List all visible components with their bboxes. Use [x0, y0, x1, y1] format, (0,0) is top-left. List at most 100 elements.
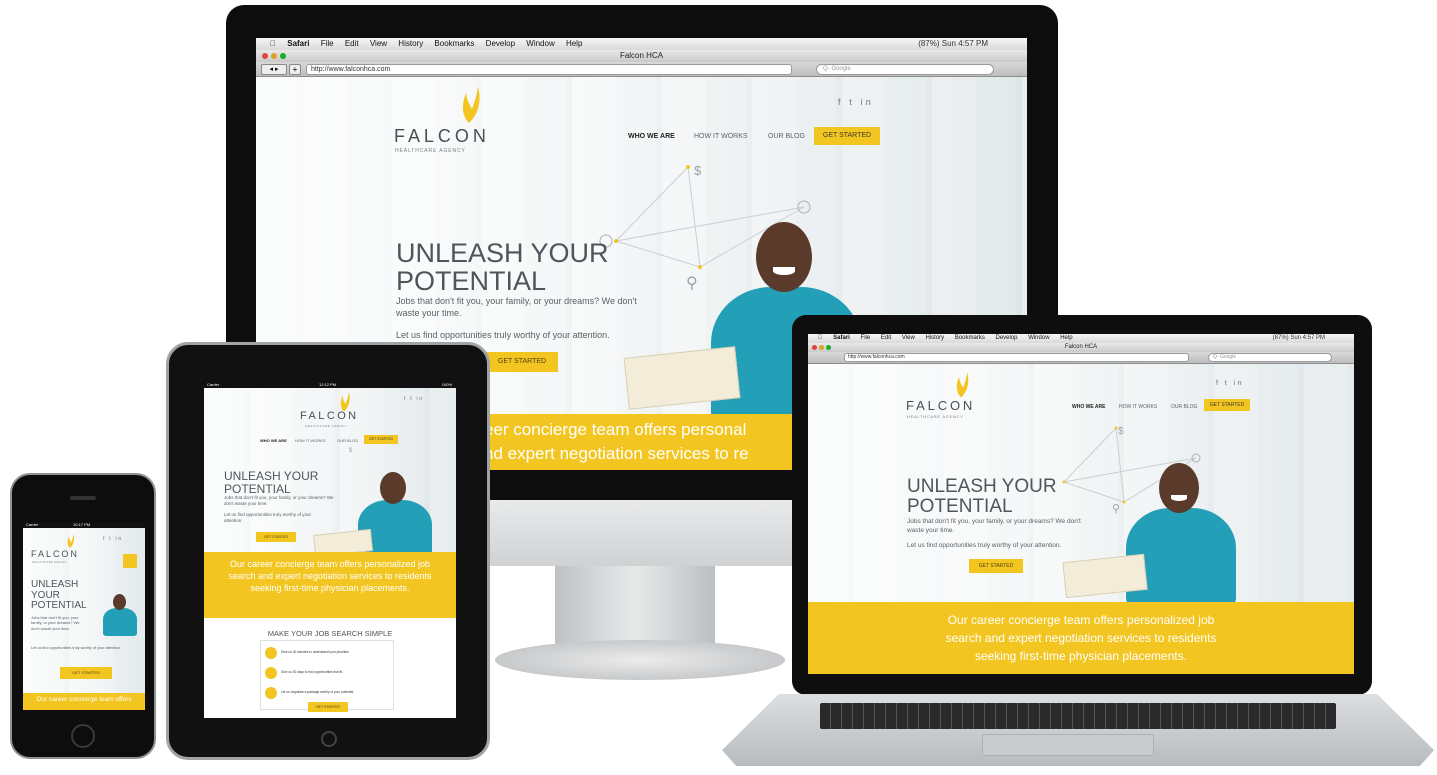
laptop-hero-get-started-button[interactable]: GET STARTED — [969, 559, 1023, 573]
back-forward-buttons[interactable]: ◂ ▸ — [261, 64, 287, 75]
laptop-url-text: http://www.falconhca.com — [848, 354, 905, 360]
headline-line-2: POTENTIAL — [396, 266, 547, 297]
menu-safari[interactable]: Safari — [287, 39, 309, 48]
ipad-home-button[interactable] — [321, 731, 337, 747]
nav-our-blog[interactable]: OUR BLOG — [768, 133, 805, 140]
ipad-band: Our career concierge team offers persona… — [204, 552, 456, 618]
menu-bookmarks[interactable]: Bookmarks — [434, 39, 474, 48]
laptop-screen:  Safari File Edit View History Bookmark… — [808, 334, 1354, 674]
laptop-nav-get-started[interactable]: GET STARTED — [1204, 399, 1250, 411]
imac-stand-base — [495, 640, 785, 680]
menu-history[interactable]: History — [398, 39, 423, 48]
nav-who-we-are[interactable]: WHO WE ARE — [628, 133, 675, 140]
laptop-band-line-3: seeking first-time physician placements. — [974, 649, 1188, 663]
laptop-social-icons[interactable]: f t in — [1216, 380, 1244, 387]
ipad-screen: Carrier 12:12 PM 100% f t in FALCON HEAL… — [204, 382, 456, 718]
laptop-menu-history[interactable]: History — [925, 335, 944, 341]
laptop-menu-window[interactable]: Window — [1028, 335, 1049, 341]
ipad-dollar-icon: $ — [349, 448, 353, 454]
iphone-headline-line-3: POTENTIAL — [31, 600, 87, 611]
laptop-menu-help[interactable]: Help — [1060, 335, 1072, 341]
hero-get-started-button[interactable]: GET STARTED — [486, 352, 558, 372]
brand-name: FALCON — [394, 126, 490, 146]
laptop-window-title: Falcon HCA — [1064, 344, 1098, 350]
laptop-band: Our career concierge team offers persona… — [808, 602, 1354, 674]
menu-edit[interactable]: Edit — [345, 39, 359, 48]
nav-get-started[interactable]: GET STARTED — [814, 127, 880, 145]
laptop-zoom-button[interactable] — [826, 345, 831, 350]
iphone-headline-line-1: UNLEASH — [31, 579, 79, 590]
step-3-text: Let us negotiate a package worthy of you… — [281, 690, 355, 694]
laptop-nav-who-we-are[interactable]: WHO WE ARE — [1072, 404, 1105, 410]
ipad-simple-title: MAKE YOUR JOB SEARCH SIMPLE — [267, 629, 393, 638]
laptop-close-button[interactable] — [812, 345, 817, 350]
iphone-home-button[interactable] — [71, 724, 95, 748]
laptop-headline-line-1: UNLEASH YOUR — [907, 476, 1057, 497]
address-bar[interactable]: http://www.falconhca.com — [306, 64, 792, 75]
dollar-icon: $ — [694, 163, 702, 178]
doctor-head — [756, 222, 812, 292]
ipad-falcon-logo-icon — [340, 392, 350, 412]
step-2-icon — [265, 667, 277, 679]
apple-icon:  — [270, 39, 276, 48]
brand-tagline: HEALTHCARE AGENCY — [395, 148, 466, 154]
laptop-trackpad[interactable] — [982, 734, 1154, 756]
laptop-menu-view[interactable]: View — [902, 335, 915, 341]
ipad-hero-subtext-2: Let us find opportunities truly worthy o… — [224, 512, 312, 524]
zoom-button[interactable] — [280, 53, 286, 59]
add-bookmark-button[interactable]: + — [289, 64, 301, 75]
iphone-menu-button[interactable] — [123, 554, 137, 568]
step-1: Give us 30 minutes to understand your pr… — [265, 647, 393, 659]
laptop-address-bar[interactable]: http://www.falconhca.com — [844, 353, 1189, 362]
step-2-text: Give us 30 days to find opportunities th… — [281, 670, 344, 674]
iphone-hero-get-started-button[interactable]: GET STARTED — [60, 667, 112, 679]
step-1-text: Give us 30 minutes to understand your pr… — [281, 650, 350, 654]
ipad-social-icons[interactable]: f t in — [404, 396, 424, 402]
iphone-hero-headline: UNLEASH YOUR POTENTIAL — [31, 579, 87, 612]
laptop-hero-headline: UNLEASH YOUR POTENTIAL — [907, 477, 1057, 517]
menu-help[interactable]: Help — [566, 39, 582, 48]
laptop-menu-edit[interactable]: Edit — [881, 335, 891, 341]
social-icons[interactable]: f t in — [838, 97, 874, 107]
ipad-nav-get-started[interactable]: GET STARTED — [364, 435, 398, 444]
ipad-nav-how-it-works[interactable]: HOW IT WORKS — [295, 438, 326, 443]
menu-view[interactable]: View — [370, 39, 387, 48]
close-button[interactable] — [262, 53, 268, 59]
laptop-headline-line-2: POTENTIAL — [907, 495, 1013, 517]
ipad-nav-who-we-are[interactable]: WHO WE ARE — [260, 438, 287, 443]
iphone-speaker — [70, 496, 96, 500]
menu-file[interactable]: File — [321, 39, 334, 48]
doctor-smile — [773, 267, 795, 275]
hero-headline: UNLEASH YOUR POTENTIAL — [396, 239, 609, 296]
search-field[interactable]: Q- Google — [816, 64, 994, 75]
nav-how-it-works[interactable]: HOW IT WORKS — [694, 133, 748, 140]
laptop-band-line-2: search and expert negotiation services t… — [945, 631, 1217, 645]
minimize-button[interactable] — [271, 53, 277, 59]
menu-window[interactable]: Window — [526, 39, 554, 48]
search-placeholder: Q- Google — [823, 66, 851, 72]
laptop-menu-bookmarks[interactable]: Bookmarks — [955, 335, 985, 341]
laptop-menubar-status: (87%) Sun 4:57 PM — [1272, 335, 1325, 341]
ipad-hero-get-started-button[interactable]: GET STARTED — [256, 532, 296, 542]
menu-develop[interactable]: Develop — [486, 39, 515, 48]
laptop-minimize-button[interactable] — [819, 345, 824, 350]
laptop-nav-our-blog[interactable]: OUR BLOG — [1171, 404, 1197, 410]
menubar-status: (87%) Sun 4:57 PM — [918, 39, 988, 48]
iphone-hero-subtext-2: Let us find opportunities truly worthy o… — [31, 646, 122, 650]
laptop-hero: f t in FALCON HEALTHCARE AGENCY WHO WE A… — [808, 364, 1354, 608]
laptop-menu-develop[interactable]: Develop — [996, 335, 1018, 341]
safari-toolbar: ◂ ▸ + http://www.falconhca.com Q- Google — [256, 62, 1027, 77]
window-title: Falcon HCA — [619, 51, 664, 60]
imac-stand — [555, 566, 715, 646]
laptop-search-field[interactable]: Q- Google — [1208, 353, 1332, 362]
iphone-doctor-photo — [87, 594, 141, 636]
laptop-menu-safari[interactable]: Safari — [833, 335, 850, 341]
laptop-nav-how-it-works[interactable]: HOW IT WORKS — [1119, 404, 1157, 410]
falcon-logo-icon — [462, 87, 480, 123]
ipad-steps-get-started-button[interactable]: GET STARTED — [308, 702, 348, 712]
ipad-nav-our-blog[interactable]: OUR BLOG — [337, 438, 358, 443]
laptop-menu-file[interactable]: File — [861, 335, 871, 341]
iphone-social-icons[interactable]: f t in — [103, 536, 123, 542]
ipad-doctor-photo — [313, 472, 444, 562]
ipad-hero-headline: UNLEASH YOUR POTENTIAL — [224, 470, 318, 495]
